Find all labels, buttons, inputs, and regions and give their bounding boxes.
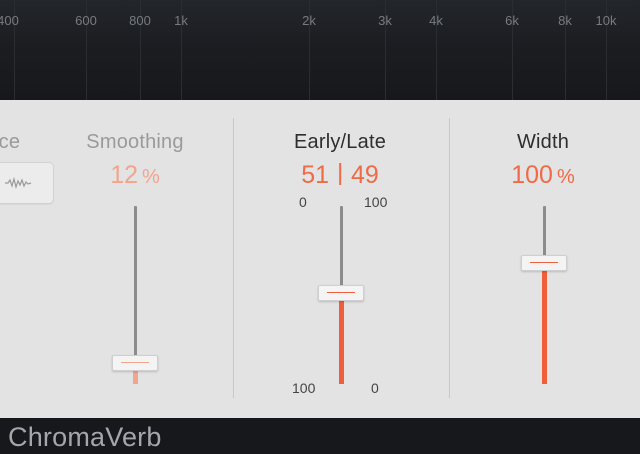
late-value: 49 bbox=[351, 161, 379, 189]
width-title: Width bbox=[516, 131, 570, 153]
early-late-slider-fill bbox=[339, 293, 344, 384]
early-value: 51 bbox=[301, 161, 329, 189]
plugin-name: ChromaVerb bbox=[8, 422, 162, 452]
width-value-number: 100 bbox=[511, 161, 553, 189]
early-late-scale-top-right: 100 bbox=[364, 194, 388, 210]
early-late-scale-bottom-right: 0 bbox=[371, 380, 379, 396]
width-slider-thumb[interactable] bbox=[521, 254, 567, 271]
width-value-unit: % bbox=[556, 166, 575, 188]
prev-control-title: rce bbox=[0, 131, 21, 153]
section-divider bbox=[449, 118, 450, 398]
freq-label: 1k bbox=[174, 13, 188, 28]
width-value: 100% bbox=[511, 161, 575, 190]
waveform-button[interactable] bbox=[0, 162, 54, 204]
smoothing-title: Smoothing bbox=[86, 131, 184, 153]
freq-label: 8k bbox=[558, 13, 572, 28]
early-late-scale-bottom-left: 100 bbox=[292, 380, 316, 396]
section-divider bbox=[233, 118, 234, 398]
plugin-footer: ChromaVerb bbox=[0, 418, 640, 454]
freq-label: 600 bbox=[75, 13, 97, 28]
freq-label: 4k bbox=[429, 13, 443, 28]
smoothing-value-unit: % bbox=[142, 166, 160, 188]
freq-label: 6k bbox=[505, 13, 519, 28]
waveform-icon bbox=[5, 176, 32, 190]
freq-label: 800 bbox=[129, 13, 151, 28]
freq-label: 10k bbox=[595, 13, 617, 28]
width-slider-fill bbox=[542, 262, 547, 384]
smoothing-value: 12% bbox=[110, 161, 160, 190]
early-late-value: 51 49 bbox=[301, 161, 379, 190]
frequency-analyzer: 400 600 800 1k 2k 3k 4k 6k 8k 10k bbox=[0, 0, 640, 100]
early-late-scale-top-left: 0 bbox=[299, 194, 307, 210]
controls-panel: rce Smoothing 12% Early/Late 5149 0 100 … bbox=[0, 100, 640, 418]
smoothing-value-number: 12 bbox=[110, 161, 139, 189]
value-separator bbox=[339, 163, 341, 185]
smoothing-slider-thumb[interactable] bbox=[112, 354, 158, 371]
early-late-title: Early/Late bbox=[293, 131, 387, 153]
freq-label: 3k bbox=[378, 13, 392, 28]
freq-label: 2k bbox=[302, 13, 316, 28]
early-late-slider-thumb[interactable] bbox=[318, 285, 364, 302]
freq-label: 400 bbox=[0, 13, 19, 28]
